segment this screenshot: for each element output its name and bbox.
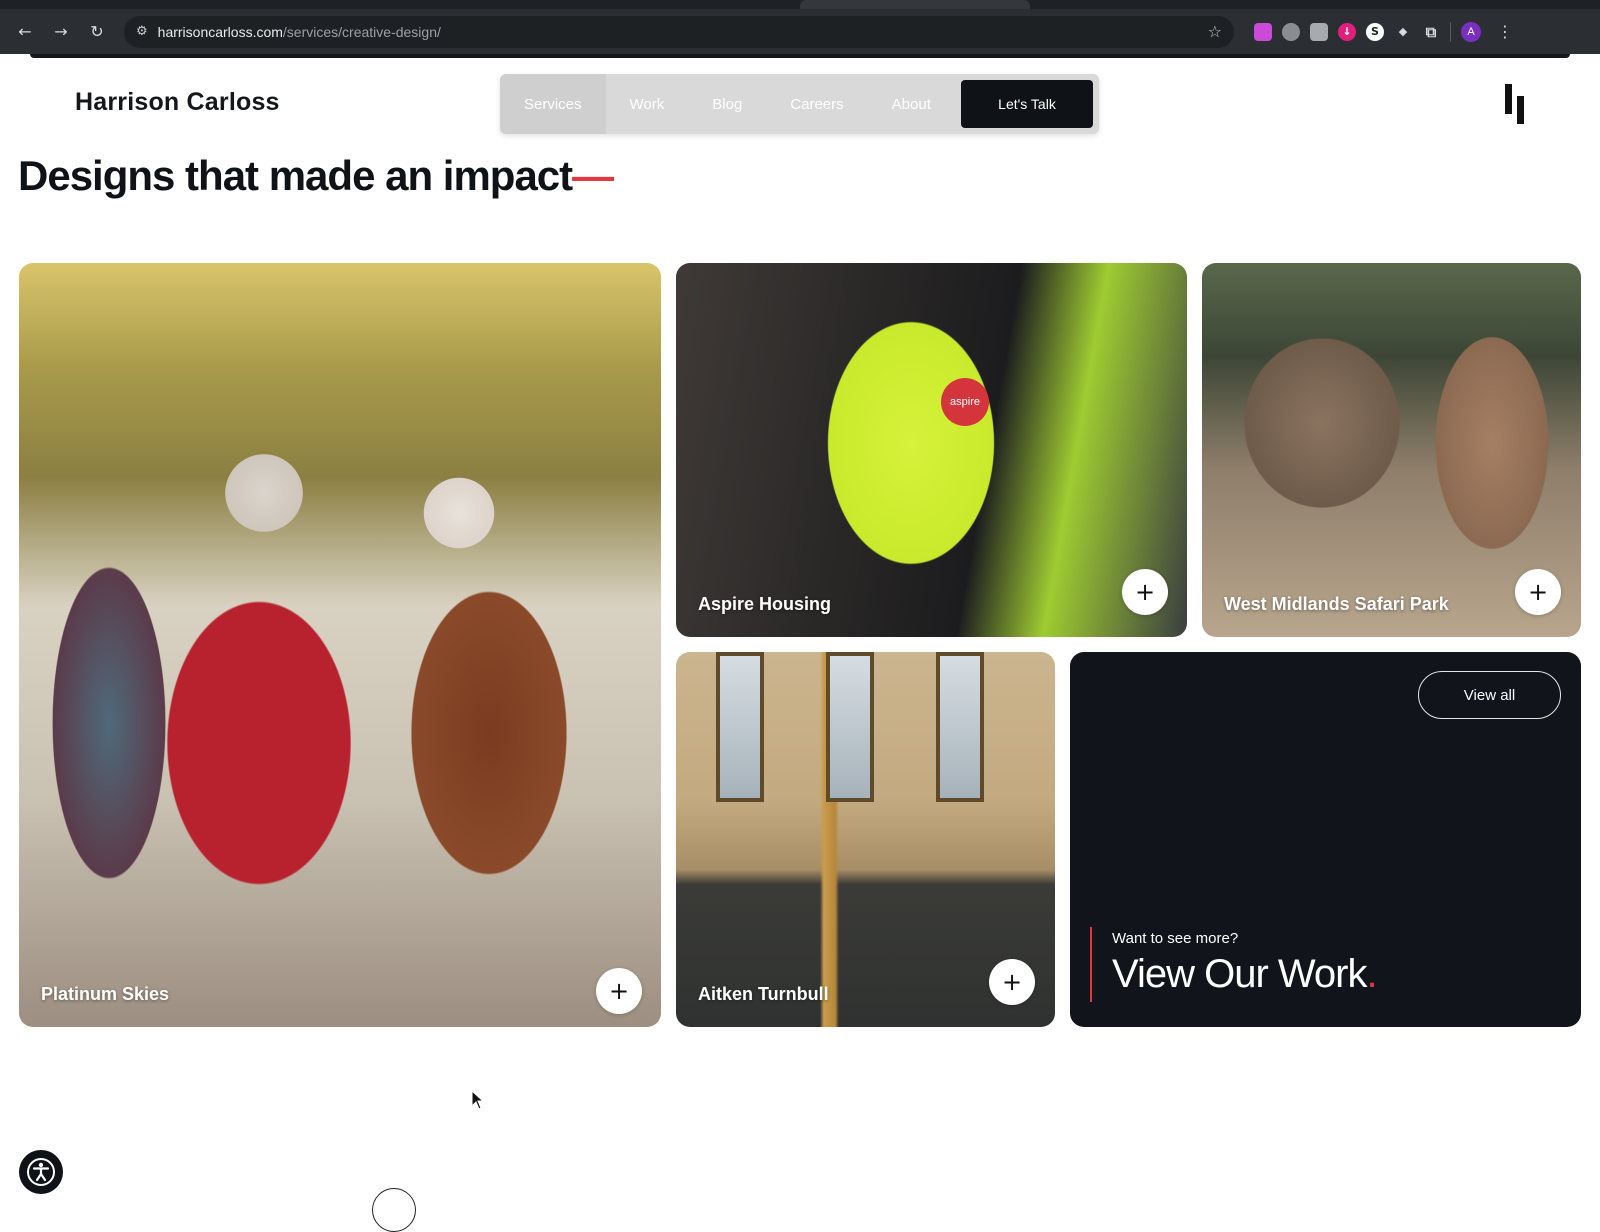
nav-about[interactable]: About xyxy=(868,74,955,134)
view-our-work-card[interactable]: View all Want to see more? View Our Work… xyxy=(1070,652,1581,1027)
url-text: harrisoncarloss.com/services/creative-de… xyxy=(158,24,441,40)
address-bar[interactable]: ⚙ harrisoncarloss.com/services/creative-… xyxy=(124,15,1234,48)
forward-arrow-icon: → xyxy=(54,22,68,41)
view-all-button[interactable]: View all xyxy=(1418,671,1561,719)
nav-careers[interactable]: Careers xyxy=(766,74,867,134)
plus-icon[interactable]: + xyxy=(596,968,642,1014)
brand-mark-icon[interactable] xyxy=(1505,84,1527,124)
title-accent-dot: . xyxy=(1366,952,1377,996)
accessibility-icon xyxy=(27,1158,55,1186)
extension-1-icon[interactable] xyxy=(1254,22,1272,41)
heading-accent-dash: — xyxy=(572,152,614,199)
heading-text: Designs that made an impact xyxy=(18,152,573,199)
case-study-card-platinum-skies[interactable]: Platinum Skies + xyxy=(19,263,661,1027)
url-path: /services/creative-design/ xyxy=(282,23,441,40)
extensions-area: ↓ S ◆ ⧉ A ⋮ xyxy=(1254,21,1513,42)
accessibility-button[interactable] xyxy=(19,1150,63,1194)
plus-icon[interactable]: + xyxy=(989,959,1035,1005)
site-settings-icon[interactable]: ⚙ xyxy=(136,24,148,39)
profile-avatar[interactable]: A xyxy=(1461,21,1481,42)
card-label: Aspire Housing xyxy=(698,594,832,614)
puzzle-extensions-icon[interactable]: ⧉ xyxy=(1422,23,1440,41)
browser-chrome: ← → ↻ ⚙ harrisoncarloss.com/services/cre… xyxy=(0,0,1600,54)
case-study-card-west-midlands-safari-park[interactable]: West Midlands Safari Park + xyxy=(1202,263,1581,637)
diamond-extension-icon[interactable]: ◆ xyxy=(1394,23,1412,41)
main-nav: Services Work Blog Careers About Let's T… xyxy=(500,74,1099,134)
back-button[interactable]: ← xyxy=(10,17,40,47)
nav-services[interactable]: Services xyxy=(500,74,606,134)
accent-bar xyxy=(1090,927,1092,1002)
more-kicker: Want to see more? xyxy=(1112,930,1239,947)
building-window xyxy=(716,652,764,802)
view-our-work-title[interactable]: View Our Work. xyxy=(1112,952,1378,997)
section-heading: Designs that made an impact— xyxy=(18,152,614,200)
card-label: Platinum Skies xyxy=(41,984,170,1004)
back-arrow-icon: ← xyxy=(18,22,32,41)
lets-talk-button[interactable]: Let's Talk xyxy=(961,80,1093,128)
card-label: West Midlands Safari Park xyxy=(1224,594,1449,614)
s-extension-icon[interactable]: S xyxy=(1366,22,1384,41)
bookmark-star-icon[interactable]: ☆ xyxy=(1208,22,1222,41)
page-top-border xyxy=(30,54,1570,58)
reload-button[interactable]: ↻ xyxy=(82,17,112,47)
nav-blog[interactable]: Blog xyxy=(688,74,766,134)
tab-strip xyxy=(0,0,1600,9)
nav-work[interactable]: Work xyxy=(606,74,689,134)
web-page: Harrison Carloss Services Work Blog Care… xyxy=(0,54,1600,1232)
toolbar-divider xyxy=(1450,21,1451,42)
download-extension-icon[interactable]: ↓ xyxy=(1338,22,1356,41)
view-our-work-text: View Our Work xyxy=(1112,952,1367,996)
browser-menu-icon[interactable]: ⋮ xyxy=(1497,22,1513,41)
camera-extension-icon[interactable] xyxy=(1282,22,1300,41)
building-window xyxy=(936,652,984,802)
toolbar: ← → ↻ ⚙ harrisoncarloss.com/services/cre… xyxy=(0,9,1600,54)
active-tab[interactable] xyxy=(800,0,1030,9)
case-study-card-aitken-turnbull[interactable]: Aitken Turnbull + xyxy=(676,652,1055,1027)
plus-icon[interactable]: + xyxy=(1515,569,1561,615)
forward-button[interactable]: → xyxy=(46,17,76,47)
aspire-logo-badge: aspire xyxy=(941,378,989,426)
reload-icon: ↻ xyxy=(90,22,104,41)
extension-3-icon[interactable] xyxy=(1310,22,1328,41)
card-label: Aitken Turnbull xyxy=(698,984,829,1004)
url-host: harrisoncarloss.com xyxy=(157,23,283,40)
case-study-card-aspire-housing[interactable]: aspire Aspire Housing + xyxy=(676,263,1187,637)
scroll-indicator[interactable] xyxy=(372,1188,416,1232)
site-logo-text[interactable]: Harrison Carloss xyxy=(75,88,280,117)
plus-icon[interactable]: + xyxy=(1122,569,1168,615)
building-window xyxy=(826,652,874,802)
mouse-cursor-icon xyxy=(471,1090,485,1110)
